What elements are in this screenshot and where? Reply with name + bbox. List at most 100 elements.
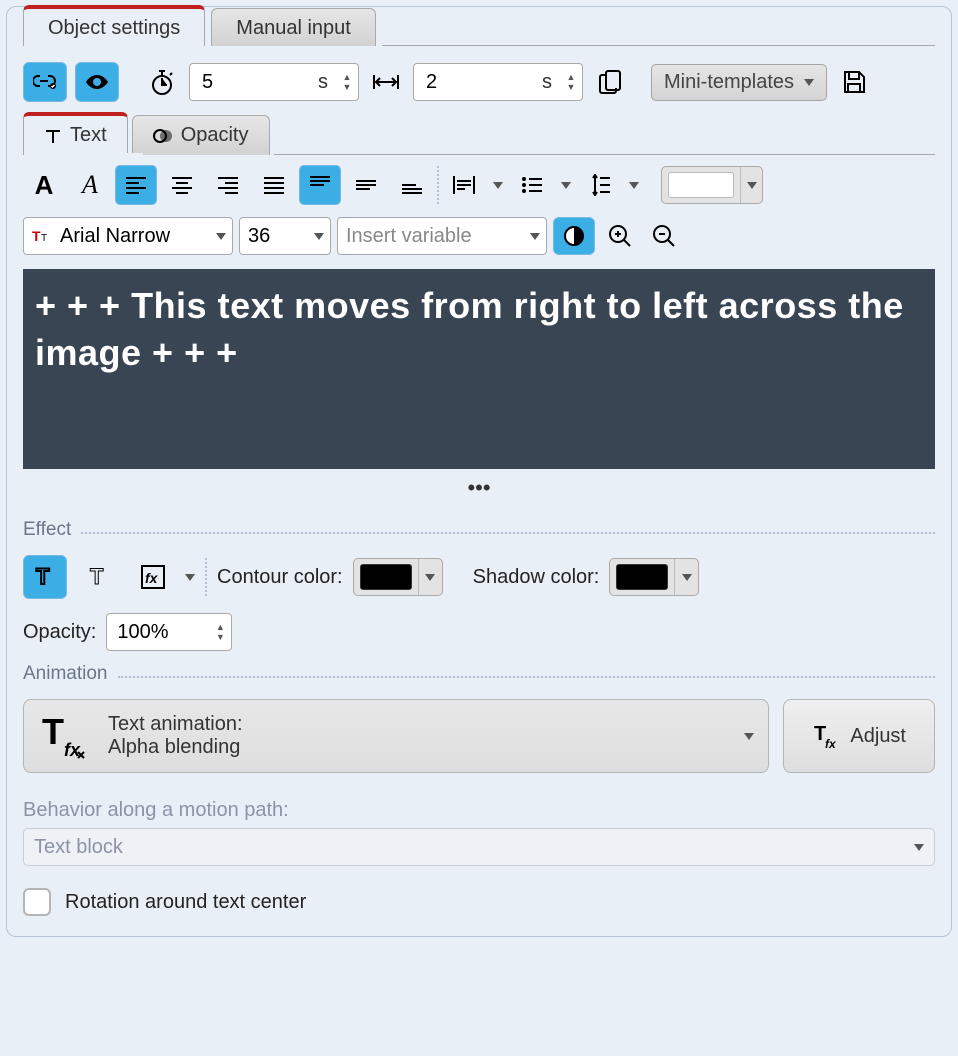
font-size-select[interactable]: 36	[239, 217, 331, 255]
section-animation-header: Animation	[23, 663, 935, 685]
chevron-down-icon[interactable]	[493, 182, 503, 189]
chevron-down-icon	[744, 733, 754, 740]
font-family-value: Arial Narrow	[60, 225, 170, 248]
eye-icon[interactable]	[75, 62, 119, 102]
zoom-in-icon[interactable]	[601, 217, 639, 255]
svg-text:T: T	[41, 233, 47, 244]
chevron-down-icon[interactable]	[740, 167, 762, 203]
font-size-value: 36	[248, 225, 270, 248]
main-tabs: Object settings Manual input	[7, 5, 951, 46]
text-wrap-icon[interactable]	[443, 165, 485, 205]
chevron-down-icon[interactable]	[561, 182, 571, 189]
tab-manual-input[interactable]: Manual input	[211, 8, 376, 46]
tab-opacity[interactable]: Opacity	[132, 115, 270, 155]
motion-path-label: Behavior along a motion path:	[23, 799, 935, 822]
offset-up[interactable]: ▲	[564, 72, 578, 82]
shadow-color-swatch	[616, 564, 668, 590]
offset-down[interactable]: ▼	[564, 82, 578, 92]
contour-color-label: Contour color:	[217, 566, 343, 589]
align-justify-button[interactable]	[253, 165, 295, 205]
duration-down[interactable]: ▼	[340, 82, 354, 92]
valign-middle-button[interactable]	[345, 165, 387, 205]
svg-text:T: T	[36, 564, 50, 589]
opacity-field[interactable]: 100% ▲▼	[106, 613, 232, 651]
copy-settings-icon[interactable]	[591, 63, 629, 101]
adjust-button[interactable]: T fx Adjust	[783, 699, 935, 773]
align-left-button[interactable]	[115, 165, 157, 205]
italic-button[interactable]: A	[69, 165, 111, 205]
valign-bottom-button[interactable]	[391, 165, 433, 205]
motion-path-select[interactable]: Text block	[23, 828, 935, 866]
link-icon[interactable]	[23, 62, 67, 102]
insert-variable-placeholder: Insert variable	[346, 225, 472, 248]
mini-templates-label: Mini-templates	[664, 71, 794, 94]
tab-opacity-label: Opacity	[181, 124, 249, 147]
tab-text-label: Text	[70, 124, 107, 147]
text-color-swatch	[668, 172, 734, 198]
chevron-down-icon	[914, 844, 924, 851]
expand-handle[interactable]: •••	[7, 469, 951, 507]
text-animation-select[interactable]: T fx Text animation: Alpha blending	[23, 699, 769, 773]
opacity-row: Opacity: 100% ▲▼	[23, 613, 935, 651]
chevron-down-icon	[804, 79, 814, 86]
opacity-down[interactable]: ▼	[213, 632, 227, 642]
shadow-color-picker[interactable]	[609, 558, 699, 596]
top-toolbar: s ▲▼ s ▲▼ Mini-templates	[7, 48, 951, 108]
offset-input[interactable]	[424, 70, 484, 95]
width-arrows-icon	[367, 63, 405, 101]
valign-top-button[interactable]	[299, 165, 341, 205]
font-family-select[interactable]: TT Arial Narrow	[23, 217, 233, 255]
chevron-down-icon	[314, 233, 324, 240]
animation-value: Alpha blending	[108, 736, 243, 759]
opacity-up[interactable]: ▲	[213, 622, 227, 632]
duration-field[interactable]: s ▲▼	[189, 63, 359, 101]
duration-input[interactable]	[200, 70, 260, 95]
animation-label: Text animation:	[108, 713, 243, 736]
align-right-button[interactable]	[207, 165, 249, 205]
effect-fx-icon[interactable]: fx	[131, 555, 175, 599]
object-settings-panel: Object settings Manual input s ▲▼ s ▲▼	[6, 6, 952, 937]
svg-text:T: T	[32, 228, 41, 244]
opacity-label: Opacity:	[23, 621, 96, 644]
text-color-picker[interactable]	[661, 166, 763, 204]
effect-style-1[interactable]: T	[23, 555, 67, 599]
rotation-checkbox[interactable]	[23, 888, 51, 916]
chevron-down-icon	[216, 233, 226, 240]
contour-color-picker[interactable]	[353, 558, 443, 596]
contour-color-swatch	[360, 564, 412, 590]
chevron-down-icon[interactable]	[418, 559, 442, 595]
stopwatch-icon	[143, 63, 181, 101]
save-icon[interactable]	[835, 63, 873, 101]
effect-toolbar: T T fx Contour color: Shadow color:	[23, 555, 935, 599]
section-animation-label: Animation	[23, 663, 108, 685]
contrast-icon[interactable]	[553, 217, 595, 255]
svg-text:T: T	[90, 564, 104, 589]
motion-path-value: Text block	[34, 836, 123, 859]
sub-tabs: Text Opacity	[7, 112, 951, 155]
section-effect-header: Effect	[23, 519, 935, 541]
text-animation-icon: T fx	[38, 712, 92, 760]
tab-text[interactable]: Text	[23, 112, 128, 155]
rotation-label: Rotation around text center	[65, 891, 306, 914]
svg-text:T: T	[42, 712, 64, 752]
chevron-down-icon[interactable]	[185, 574, 195, 581]
align-center-button[interactable]	[161, 165, 203, 205]
chevron-down-icon[interactable]	[674, 559, 698, 595]
line-height-icon[interactable]	[579, 165, 621, 205]
duration-unit: s	[318, 71, 328, 94]
tab-object-settings[interactable]: Object settings	[23, 5, 205, 46]
mini-templates-dropdown[interactable]: Mini-templates	[651, 64, 827, 101]
duration-up[interactable]: ▲	[340, 72, 354, 82]
offset-unit: s	[542, 71, 552, 94]
zoom-out-icon[interactable]	[645, 217, 683, 255]
bold-button[interactable]: A	[23, 165, 65, 205]
svg-text:fx: fx	[825, 737, 837, 750]
effect-style-2[interactable]: T	[77, 555, 121, 599]
text-preview[interactable]: + + + This text moves from right to left…	[23, 269, 935, 469]
insert-variable-select[interactable]: Insert variable	[337, 217, 547, 255]
list-icon[interactable]	[511, 165, 553, 205]
section-effect-label: Effect	[23, 519, 71, 541]
offset-field[interactable]: s ▲▼	[413, 63, 583, 101]
chevron-down-icon[interactable]	[629, 182, 639, 189]
adjust-label: Adjust	[850, 725, 906, 748]
